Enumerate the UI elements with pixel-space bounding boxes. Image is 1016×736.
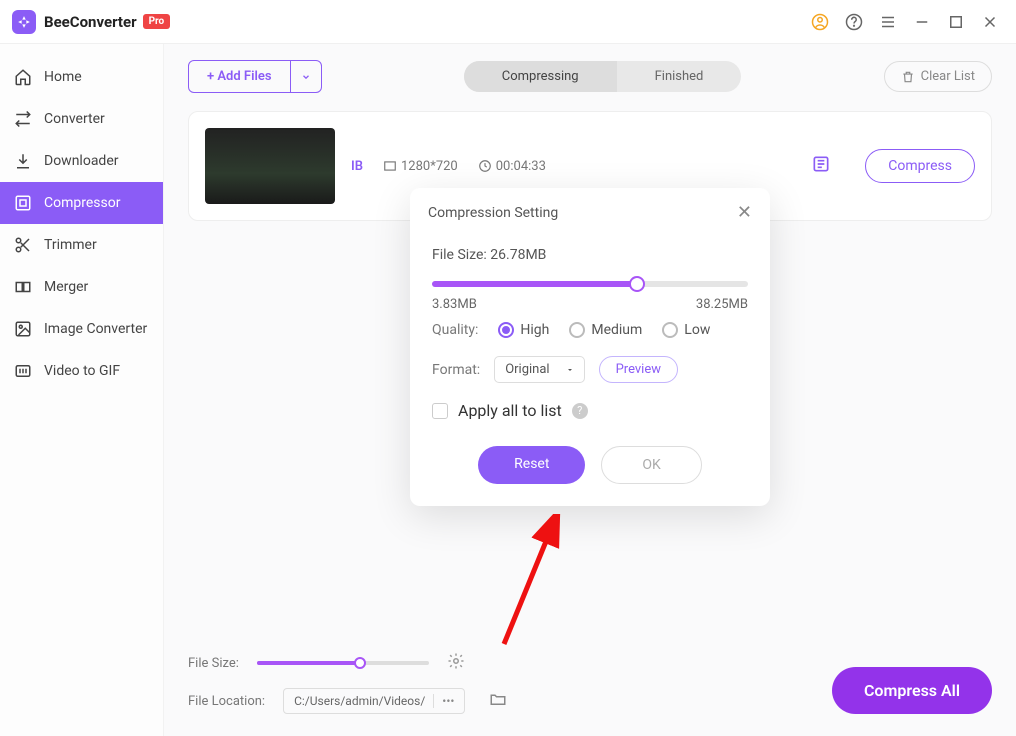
home-icon <box>14 68 32 86</box>
radio-high[interactable]: High <box>498 322 549 338</box>
caret-down-icon <box>566 366 574 374</box>
merger-icon <box>14 278 32 296</box>
sidebar-item-label: Compressor <box>44 195 120 211</box>
converter-icon <box>14 110 32 128</box>
sidebar-item-label: Home <box>44 69 82 85</box>
compressor-icon <box>14 194 32 212</box>
help-tooltip-icon[interactable]: ? <box>572 403 588 419</box>
format-value: Original <box>505 362 549 377</box>
sidebar-item-video-to-gif[interactable]: Video to GIF <box>0 350 163 392</box>
radio-low[interactable]: Low <box>662 322 710 338</box>
sidebar-item-label: Video to GIF <box>44 363 120 379</box>
checkbox-icon[interactable] <box>432 403 448 419</box>
close-icon[interactable] <box>976 8 1004 36</box>
sidebar-item-merger[interactable]: Merger <box>0 266 163 308</box>
format-select[interactable]: Original <box>494 356 584 383</box>
pro-badge: Pro <box>143 14 171 29</box>
radio-low-label: Low <box>684 322 710 338</box>
maximize-icon[interactable] <box>942 8 970 36</box>
sidebar-item-downloader[interactable]: Downloader <box>0 140 163 182</box>
sidebar-item-label: Downloader <box>44 153 119 169</box>
sidebar-item-converter[interactable]: Converter <box>0 98 163 140</box>
apply-all-label: Apply all to list <box>458 401 562 420</box>
minimize-icon[interactable] <box>908 8 936 36</box>
quality-label: Quality: <box>432 322 478 338</box>
apply-all-checkbox[interactable]: Apply all to list ? <box>432 401 748 420</box>
modal-title: Compression Setting <box>428 205 558 221</box>
format-label: Format: <box>432 362 480 378</box>
app-name: BeeConverter <box>44 13 137 31</box>
sidebar-item-label: Trimmer <box>44 237 97 253</box>
reset-button[interactable]: Reset <box>478 446 585 484</box>
sidebar-item-label: Image Converter <box>44 321 147 337</box>
sidebar-item-home[interactable]: Home <box>0 56 163 98</box>
sidebar-item-image-converter[interactable]: Image Converter <box>0 308 163 350</box>
filesize-value: 26.78MB <box>490 247 546 263</box>
app-logo <box>12 10 36 34</box>
gif-icon <box>14 362 32 380</box>
modal-close-icon[interactable]: ✕ <box>737 202 752 223</box>
radio-medium[interactable]: Medium <box>569 322 642 338</box>
filesize-slider[interactable] <box>432 281 748 287</box>
sidebar-item-label: Converter <box>44 111 105 127</box>
image-icon <box>14 320 32 338</box>
sidebar-item-label: Merger <box>44 279 88 295</box>
menu-icon[interactable] <box>874 8 902 36</box>
help-icon[interactable] <box>840 8 868 36</box>
ok-button[interactable]: OK <box>601 446 701 484</box>
compression-modal: Compression Setting ✕ File Size: 26.78MB… <box>410 188 770 506</box>
radio-high-label: High <box>520 322 549 338</box>
radio-medium-label: Medium <box>591 322 642 338</box>
slider-max: 38.25MB <box>696 297 748 312</box>
sidebar-item-trimmer[interactable]: Trimmer <box>0 224 163 266</box>
scissors-icon <box>14 236 32 254</box>
user-icon[interactable] <box>806 8 834 36</box>
filesize-label: File Size: <box>432 247 490 263</box>
download-icon <box>14 152 32 170</box>
slider-min: 3.83MB <box>432 297 477 312</box>
preview-button[interactable]: Preview <box>599 356 678 383</box>
annotation-arrow <box>484 514 584 658</box>
slider-thumb[interactable] <box>629 276 645 292</box>
sidebar-item-compressor[interactable]: Compressor <box>0 182 163 224</box>
